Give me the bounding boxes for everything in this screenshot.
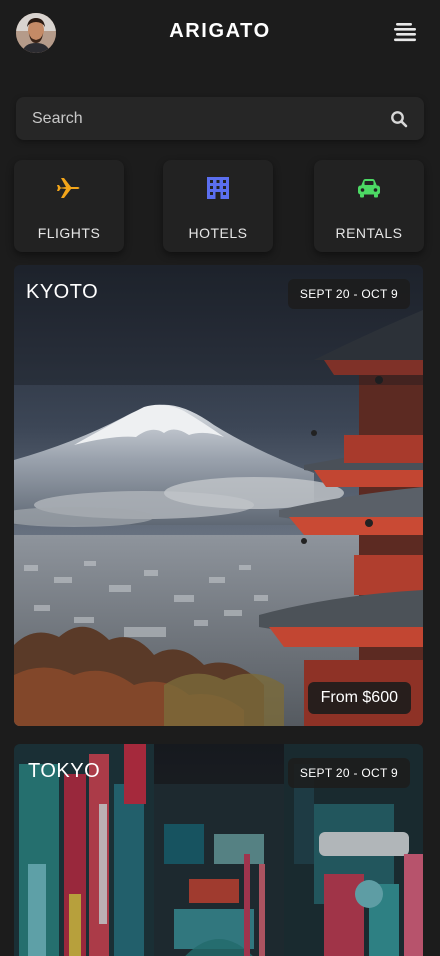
destination-city: TOKYO bbox=[28, 760, 101, 782]
category-rentals[interactable]: RENTALS bbox=[314, 160, 424, 252]
destination-city: KYOTO bbox=[26, 281, 99, 303]
destination-card-tokyo[interactable]: TOKYO SEPT 20 - OCT 9 bbox=[14, 744, 423, 956]
car-icon bbox=[358, 179, 380, 198]
kyoto-photo bbox=[14, 265, 423, 726]
category-label: HOTELS bbox=[188, 225, 248, 241]
search-bar bbox=[16, 97, 424, 140]
hotel-icon bbox=[207, 177, 229, 199]
search-input[interactable] bbox=[16, 97, 376, 140]
category-label: FLIGHTS bbox=[37, 225, 101, 241]
menu-icon bbox=[394, 23, 416, 42]
destination-card-kyoto[interactable]: KYOTO SEPT 20 - OCT 9 From $600 bbox=[14, 265, 423, 726]
destination-dates-badge: SEPT 20 - OCT 9 bbox=[287, 758, 410, 788]
category-label: RENTALS bbox=[335, 225, 403, 241]
category-flights[interactable]: FLIGHTS bbox=[14, 160, 124, 252]
app-title: ARIGATO bbox=[169, 20, 271, 42]
menu-button[interactable] bbox=[394, 20, 418, 44]
category-hotels[interactable]: HOTELS bbox=[163, 160, 273, 252]
app-header: ARIGATO bbox=[0, 0, 440, 64]
airplane-icon bbox=[57, 178, 80, 198]
destination-dates-badge: SEPT 20 - OCT 9 bbox=[287, 279, 410, 309]
destination-price-badge: From $600 bbox=[307, 682, 411, 714]
search-icon[interactable] bbox=[390, 110, 408, 128]
